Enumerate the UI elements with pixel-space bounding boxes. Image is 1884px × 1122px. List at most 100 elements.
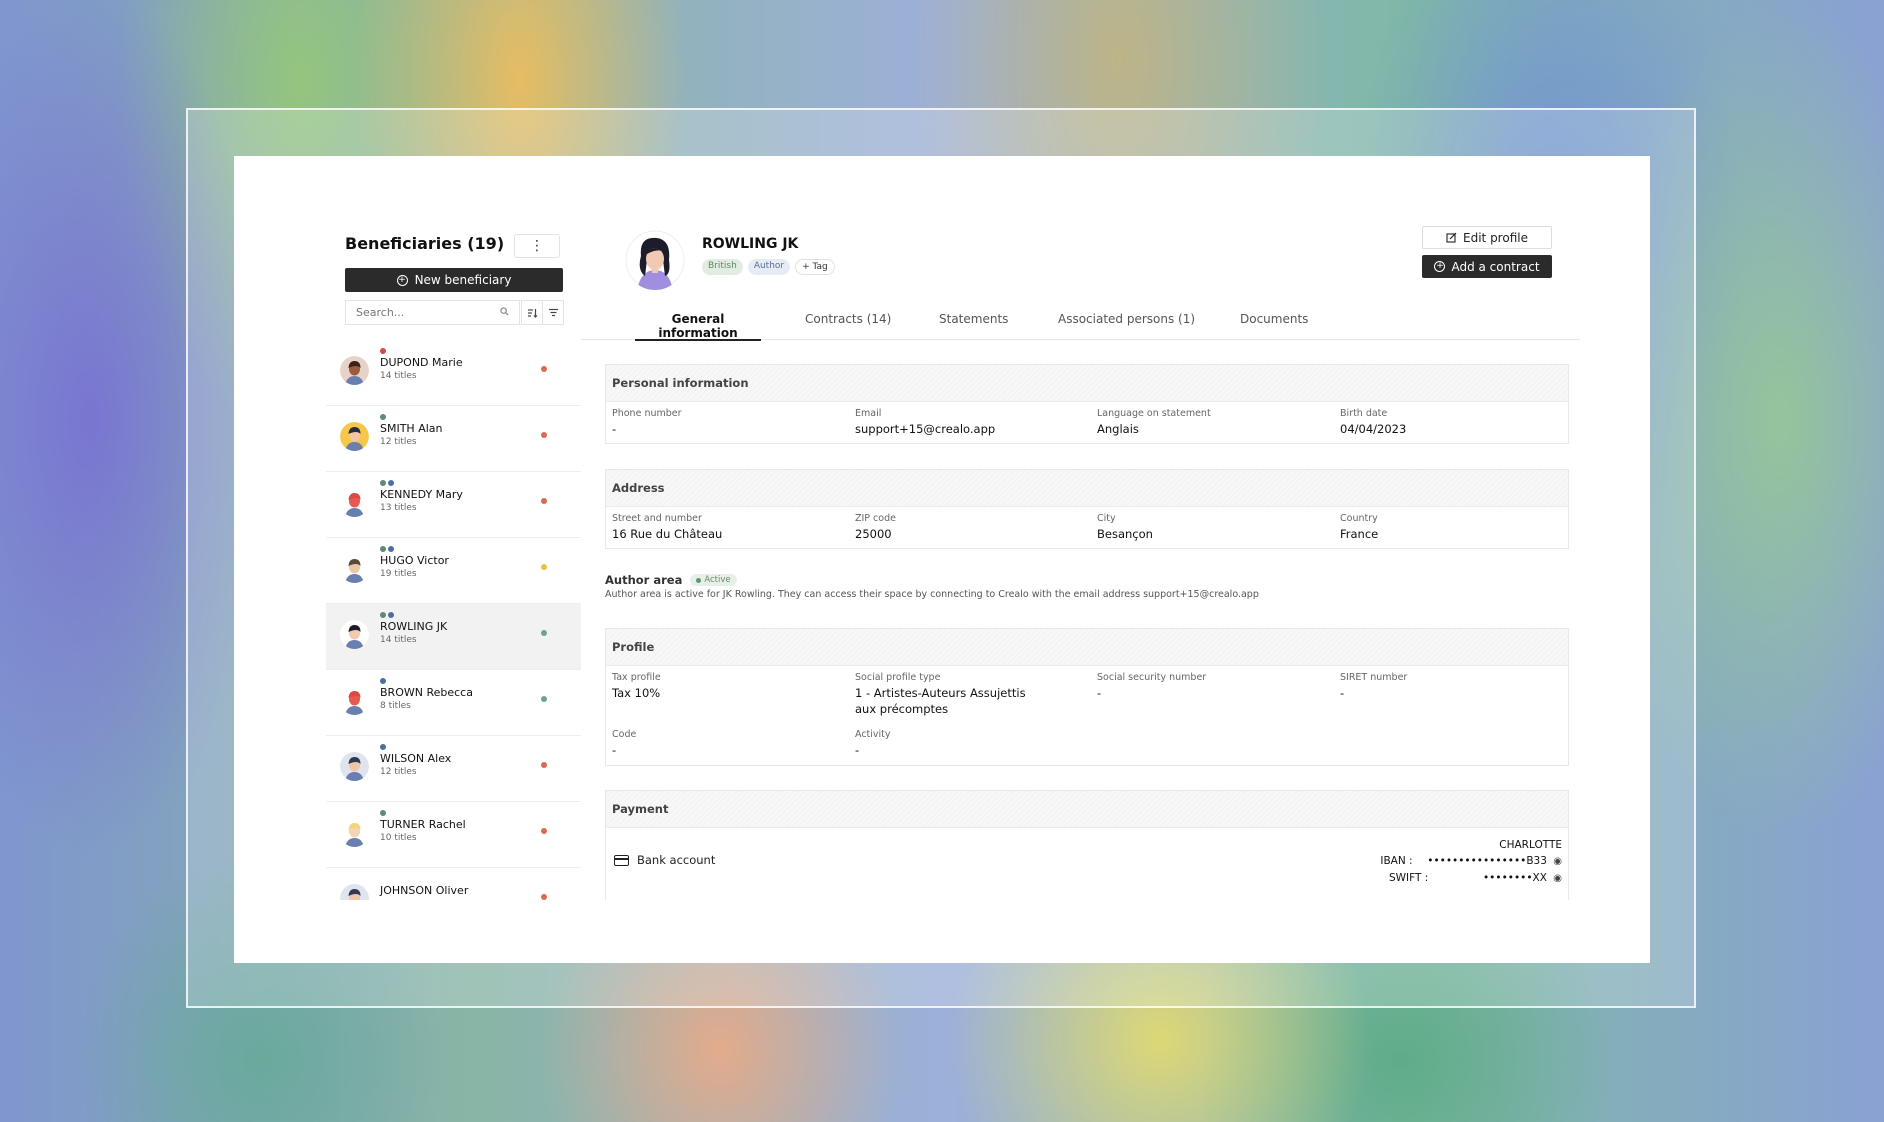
- zip-field: ZIP code 25000: [855, 513, 896, 542]
- avatar: [340, 686, 369, 715]
- beneficiary-list-item[interactable]: TURNER Rachel 10 titles: [326, 802, 581, 868]
- swift-row: SWIFT : ••••••••XX ◉: [1380, 870, 1562, 887]
- swift-value: ••••••••XX: [1482, 872, 1547, 884]
- avatar: [340, 752, 369, 781]
- section-title: Personal information: [606, 365, 1568, 402]
- status-dot: [541, 498, 547, 504]
- birth-date-field: Birth date 04/04/2023: [1340, 408, 1406, 437]
- tag-dots: [380, 348, 386, 354]
- language-field: Language on statement Anglais: [1097, 408, 1211, 437]
- profile-name: ROWLING JK: [702, 236, 799, 252]
- iban-value: ••••••••••••••••B33: [1427, 855, 1547, 867]
- beneficiary-list-item[interactable]: WILSON Alex 12 titles: [326, 736, 581, 802]
- add-tag-button[interactable]: + Tag: [795, 259, 835, 275]
- payment-section: Payment Bank account CHARLOTTE IBAN : ••…: [605, 790, 1569, 900]
- edit-icon: [1446, 232, 1457, 243]
- tab-associated-persons[interactable]: Associated persons (1): [1058, 312, 1195, 339]
- beneficiary-list-item[interactable]: BROWN Rebecca 8 titles: [326, 670, 581, 736]
- field-label: Street and number: [612, 513, 702, 524]
- field-label: ZIP code: [855, 513, 896, 524]
- tag-dots: [380, 546, 394, 552]
- status-dot: [541, 432, 547, 438]
- tag-dot: [380, 810, 386, 816]
- beneficiary-titles: 12 titles: [380, 767, 417, 777]
- beneficiaries-sidebar: Beneficiaries (19) ⋮ + New beneficiary D…: [326, 220, 581, 900]
- nationality-chip[interactable]: British: [702, 259, 743, 275]
- sort-button[interactable]: [521, 300, 543, 325]
- tag-dot: [388, 546, 394, 552]
- profile-tabs: General information Contracts (14) State…: [581, 312, 1580, 341]
- phone-field: Phone number -: [612, 408, 682, 437]
- beneficiary-titles: 14 titles: [380, 371, 417, 381]
- new-beneficiary-button[interactable]: + New beneficiary: [345, 268, 563, 292]
- tag-dot: [388, 612, 394, 618]
- author-area-description: Author area is active for JK Rowling. Th…: [605, 589, 1259, 600]
- field-value: -: [1097, 686, 1102, 700]
- tab-general-information[interactable]: General information: [635, 312, 761, 341]
- tag-dot: [380, 678, 386, 684]
- personal-information-section: Personal information Phone number - Emai…: [605, 364, 1569, 444]
- beneficiary-titles: 19 titles: [380, 569, 417, 579]
- beneficiary-list-item[interactable]: KENNEDY Mary 13 titles: [326, 472, 581, 538]
- tag-dot: [380, 414, 386, 420]
- field-value: -: [612, 422, 617, 436]
- iban-label: IBAN :: [1380, 855, 1413, 867]
- edit-profile-button[interactable]: Edit profile: [1422, 226, 1552, 249]
- beneficiary-list-item[interactable]: HUGO Victor 19 titles: [326, 538, 581, 604]
- field-value: -: [855, 743, 860, 757]
- search-input[interactable]: [356, 306, 486, 319]
- tag-dot: [380, 612, 386, 618]
- field-label: Social profile type: [855, 672, 941, 683]
- filter-button[interactable]: [542, 300, 564, 325]
- tag-dot: [380, 480, 386, 486]
- country-field: Country France: [1340, 513, 1378, 542]
- field-label: Birth date: [1340, 408, 1388, 419]
- beneficiary-name: JOHNSON Oliver: [380, 884, 469, 897]
- beneficiary-titles: 13 titles: [380, 503, 417, 513]
- tab-statements[interactable]: Statements: [939, 312, 1008, 339]
- new-beneficiary-label: New beneficiary: [414, 273, 512, 287]
- beneficiary-list-item[interactable]: SMITH Alan 12 titles: [326, 406, 581, 472]
- section-title: Payment: [606, 791, 1568, 828]
- bank-details: CHARLOTTE IBAN : ••••••••••••••••B33 ◉ S…: [1380, 837, 1562, 887]
- role-chip[interactable]: Author: [747, 259, 791, 275]
- eye-icon[interactable]: ◉: [1553, 873, 1562, 884]
- avatar: [340, 818, 369, 847]
- tag-dot: [380, 744, 386, 750]
- field-value: -: [1340, 686, 1345, 700]
- plus-circle-icon: +: [1434, 261, 1446, 272]
- beneficiary-list-item[interactable]: DUPOND Marie 14 titles: [326, 340, 581, 406]
- swift-label: SWIFT :: [1389, 872, 1429, 884]
- author-area-title: Author area: [605, 573, 683, 587]
- eye-icon[interactable]: ◉: [1553, 856, 1562, 867]
- field-label: Email: [855, 408, 882, 419]
- active-dot-icon: [696, 577, 702, 583]
- profile-chips: British Author + Tag: [702, 259, 835, 275]
- field-value: Tax 10%: [612, 686, 661, 700]
- tab-contracts[interactable]: Contracts (14): [805, 312, 891, 339]
- tag-dots: [380, 678, 386, 684]
- field-label: SIRET number: [1340, 672, 1408, 683]
- profile-section: Profile Tax profile Tax 10% Social profi…: [605, 628, 1569, 766]
- field-label: Language on statement: [1097, 408, 1211, 419]
- status-dot: [541, 366, 547, 372]
- tag-dots: [380, 612, 394, 618]
- sidebar-title: Beneficiaries (19): [345, 234, 505, 253]
- field-label: Phone number: [612, 408, 682, 419]
- more-options-button[interactable]: ⋮: [514, 234, 560, 258]
- add-contract-button[interactable]: + Add a contract: [1422, 255, 1552, 278]
- beneficiary-list-item[interactable]: JOHNSON Oliver: [326, 868, 581, 900]
- account-holder: CHARLOTTE: [1499, 839, 1562, 851]
- iban-row: IBAN : ••••••••••••••••B33 ◉: [1380, 853, 1562, 870]
- avatar: [340, 356, 369, 385]
- status-dot: [541, 696, 547, 702]
- beneficiary-list-item[interactable]: ROWLING JK 14 titles: [326, 604, 581, 670]
- tab-documents[interactable]: Documents: [1240, 312, 1308, 339]
- tag-dots: [380, 480, 394, 486]
- field-value: 25000: [855, 527, 892, 541]
- beneficiary-name: DUPOND Marie: [380, 356, 463, 369]
- tag-dot: [380, 348, 386, 354]
- field-label: City: [1097, 513, 1116, 524]
- beneficiary-name: SMITH Alan: [380, 422, 443, 435]
- filter-icon: [548, 308, 558, 317]
